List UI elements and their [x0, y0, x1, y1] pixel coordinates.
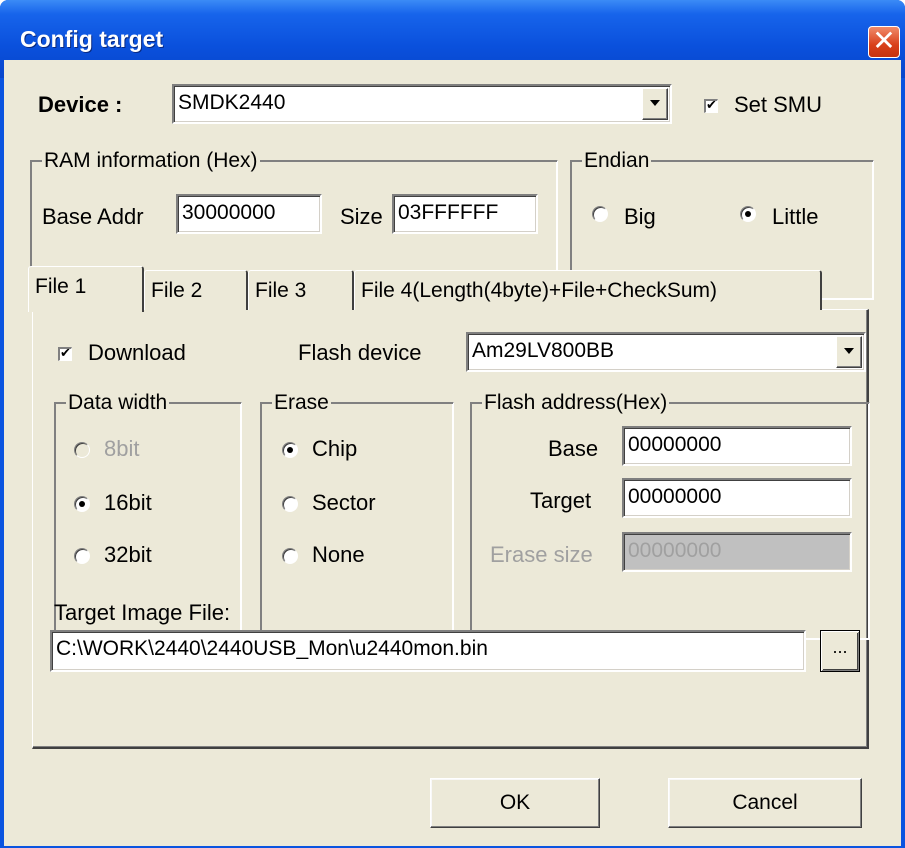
- base-addr-label: Base Addr: [42, 204, 144, 229]
- ok-label: OK: [499, 791, 531, 814]
- erase-size-value: 00000000: [628, 539, 722, 562]
- chevron-down-icon[interactable]: [642, 88, 668, 120]
- erase-size-input: 00000000: [622, 532, 852, 572]
- erase-none-radio[interactable]: [282, 548, 298, 564]
- target-image-path-value: C:\WORK\2440\2440USB_Mon\u2440mon.bin: [56, 637, 488, 660]
- dialog-body: Device : SMDK2440 ✔ Set SMU RAM informat…: [4, 60, 901, 846]
- ok-button[interactable]: OK: [430, 778, 600, 828]
- cancel-label: Cancel: [732, 791, 798, 814]
- device-select[interactable]: SMDK2440: [172, 84, 672, 124]
- tab-file-2[interactable]: File 2: [144, 270, 248, 310]
- erase-none-label: None: [312, 542, 365, 567]
- size-value: 03FFFFFF: [398, 201, 499, 224]
- tab-file-1-label: File 1: [35, 275, 87, 298]
- endian-title: Endian: [582, 149, 652, 172]
- download-label: Download: [88, 340, 186, 365]
- config-target-dialog: Config target ✕ Device : SMDK2440 ✔ Set …: [0, 0, 905, 848]
- target-image-label: Target Image File:: [54, 600, 231, 625]
- download-checkbox[interactable]: ✔: [58, 347, 72, 361]
- erase-chip-radio[interactable]: [282, 442, 298, 458]
- set-smu-checkbox[interactable]: ✔: [704, 99, 718, 113]
- big-endian-radio[interactable]: [592, 206, 608, 222]
- data-width-32bit-radio[interactable]: [74, 548, 90, 564]
- little-endian-radio[interactable]: [740, 206, 756, 222]
- big-endian-label: Big: [624, 204, 656, 229]
- device-label: Device :: [38, 92, 123, 117]
- ram-info-title: RAM information (Hex): [42, 149, 260, 172]
- flash-device-label: Flash device: [298, 340, 422, 365]
- data-width-16bit-label: 16bit: [104, 490, 152, 515]
- flash-base-label: Base: [548, 436, 599, 461]
- tab-file-2-label: File 2: [151, 279, 203, 302]
- flash-device-value: Am29LV800BB: [472, 339, 615, 362]
- device-select-value: SMDK2440: [178, 91, 286, 114]
- cancel-button[interactable]: Cancel: [668, 778, 862, 828]
- flash-target-label: Target: [530, 488, 592, 513]
- base-addr-value: 30000000: [182, 201, 276, 224]
- data-width-16bit-radio[interactable]: [74, 496, 90, 512]
- data-width-title: Data width: [66, 391, 170, 414]
- ellipsis-icon: ...: [832, 637, 848, 657]
- chevron-down-icon[interactable]: [836, 336, 862, 368]
- data-width-8bit-label: 8bit: [104, 436, 140, 461]
- erase-title: Erase: [272, 391, 331, 414]
- size-input[interactable]: 03FFFFFF: [392, 194, 538, 234]
- window-title: Config target: [20, 26, 164, 52]
- flash-target-input[interactable]: 00000000: [622, 478, 852, 518]
- erase-sector-radio[interactable]: [282, 496, 298, 512]
- data-width-8bit-radio[interactable]: [74, 442, 90, 458]
- flash-base-input[interactable]: 00000000: [622, 426, 852, 466]
- erase-size-label: Erase size: [490, 542, 593, 567]
- flash-target-value: 00000000: [628, 485, 722, 508]
- close-icon: ✕: [872, 24, 896, 57]
- flash-address-title: Flash address(Hex): [482, 391, 670, 414]
- browse-button[interactable]: ...: [820, 630, 860, 672]
- flash-device-select[interactable]: Am29LV800BB: [466, 332, 866, 372]
- tab-file-3-label: File 3: [255, 279, 307, 302]
- erase-sector-label: Sector: [312, 490, 376, 515]
- data-width-32bit-label: 32bit: [104, 542, 152, 567]
- set-smu-label: Set SMU: [734, 92, 823, 117]
- close-button[interactable]: ✕: [868, 26, 900, 58]
- tab-file-1[interactable]: File 1: [28, 266, 144, 312]
- tab-file-4-label: File 4(Length(4byte)+File+CheckSum): [361, 279, 717, 302]
- checkmark-icon: ✔: [60, 346, 71, 361]
- tab-file-3[interactable]: File 3: [248, 270, 354, 310]
- tab-file-4[interactable]: File 4(Length(4byte)+File+CheckSum): [354, 270, 822, 310]
- checkmark-icon: ✔: [706, 98, 717, 113]
- target-image-path-input[interactable]: C:\WORK\2440\2440USB_Mon\u2440mon.bin: [50, 630, 806, 672]
- base-addr-input[interactable]: 30000000: [176, 194, 322, 234]
- flash-base-value: 00000000: [628, 433, 722, 456]
- size-label: Size: [340, 204, 383, 229]
- little-endian-label: Little: [772, 204, 819, 229]
- erase-chip-label: Chip: [312, 436, 358, 461]
